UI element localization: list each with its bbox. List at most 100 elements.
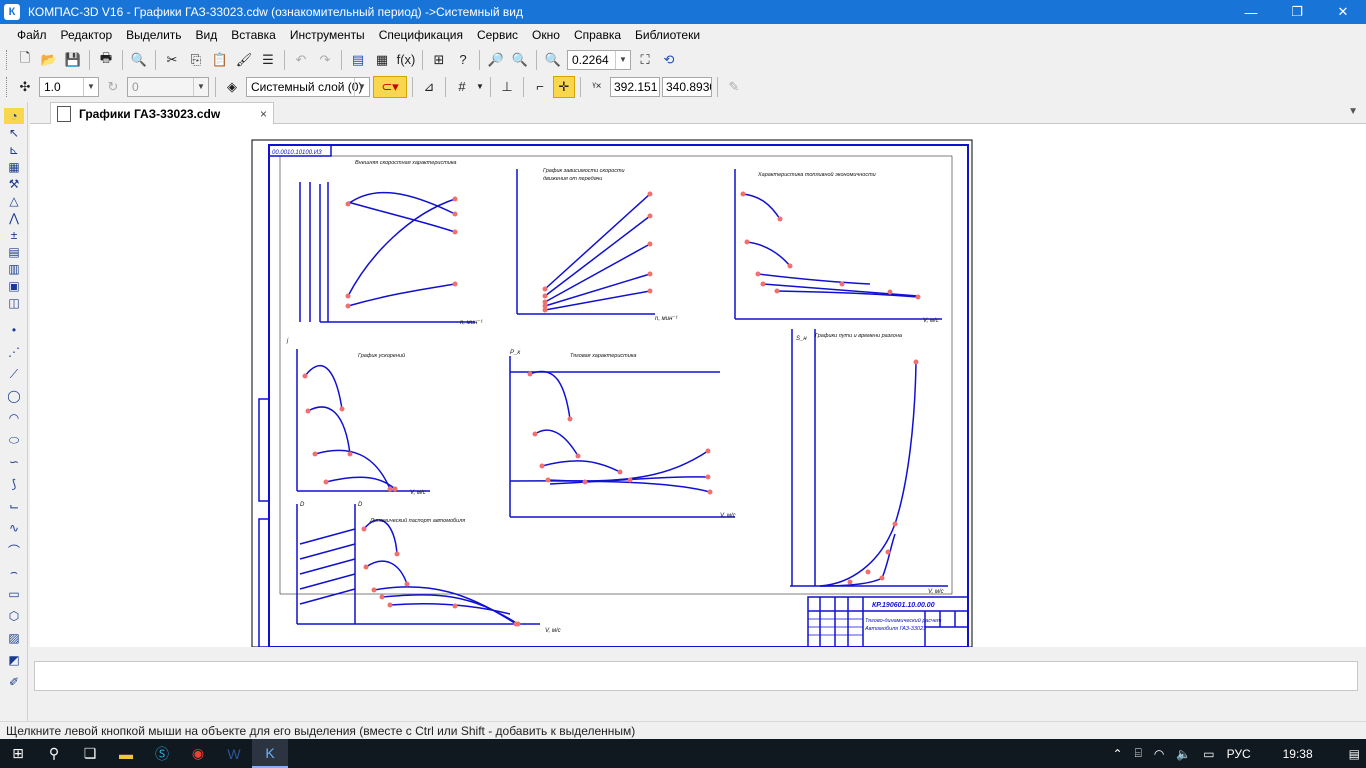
save-icon[interactable]: 💾 xyxy=(62,49,84,71)
step-combo[interactable]: 1.0 ▼ xyxy=(39,76,99,97)
reports-icon[interactable]: ▤ xyxy=(4,244,24,260)
network-icon[interactable]: ⌸ xyxy=(1135,746,1142,761)
minimize-button[interactable]: — xyxy=(1228,0,1274,24)
clock[interactable]: 19:38 xyxy=(1283,747,1313,761)
arc-icon[interactable]: ◠ xyxy=(4,410,24,426)
round-mode-icon[interactable]: ✛ xyxy=(553,75,575,98)
properties-icon[interactable]: ☰ xyxy=(257,49,279,71)
language-indicator[interactable]: РУС xyxy=(1227,747,1251,761)
menu-window[interactable]: Окно xyxy=(525,28,567,42)
start-windows-icon[interactable]: ⊞ xyxy=(0,739,36,768)
angle-combo[interactable]: 0 ▼ xyxy=(127,76,209,97)
task-view-icon[interactable]: ❏ xyxy=(72,739,108,768)
file-explorer-icon[interactable]: ▬ xyxy=(108,739,144,768)
document-tab[interactable]: Графики ГАЗ-33023.cdw × xyxy=(50,102,274,124)
spline-icon[interactable]: ∽ xyxy=(4,454,24,470)
zoom-combo[interactable]: 0.2264 ▼ xyxy=(567,49,631,70)
function-icon[interactable]: f(x) xyxy=(395,49,417,71)
select-icon[interactable]: ⋀ xyxy=(4,210,24,226)
action-center-icon[interactable]: ▤ xyxy=(1349,747,1360,761)
ellipse-icon[interactable]: ⬭ xyxy=(4,432,24,448)
polygon-icon[interactable]: ⬡ xyxy=(4,608,24,624)
toolbar-grip[interactable] xyxy=(6,76,9,97)
copy-icon[interactable]: ⎘ xyxy=(185,49,207,71)
snap-magnet-icon[interactable]: ⊂▾ xyxy=(373,75,407,98)
menu-help[interactable]: Справка xyxy=(567,28,628,42)
show-all-icon[interactable]: ⛶ xyxy=(634,49,656,71)
menu-tools[interactable]: Инструменты xyxy=(283,28,372,42)
ortho-icon[interactable]: ⊿ xyxy=(418,76,440,98)
nurbs-icon[interactable]: ⟆ xyxy=(4,476,24,492)
menu-specification[interactable]: Спецификация xyxy=(372,28,470,42)
menu-file[interactable]: Файл xyxy=(10,28,54,42)
chamfer-icon[interactable]: ⌢ xyxy=(4,564,24,580)
view-icon[interactable]: ▣ xyxy=(4,278,24,294)
contour-icon[interactable]: ◩ xyxy=(4,652,24,668)
bezier-icon[interactable]: ∿ xyxy=(4,520,24,536)
ortho-mode-icon[interactable]: ⌐ xyxy=(529,76,551,98)
menu-view[interactable]: Вид xyxy=(189,28,225,42)
insert-icon[interactable]: ◫ xyxy=(4,295,24,311)
measure-icon[interactable]: △ xyxy=(4,193,24,209)
fillet-icon[interactable]: ⌒ xyxy=(4,542,24,558)
menu-service[interactable]: Сервис xyxy=(470,28,525,42)
kompas-taskbar-icon[interactable]: K xyxy=(252,739,288,768)
layers-icon[interactable]: ◈ xyxy=(221,76,243,98)
disabled-tool-icon[interactable]: ✎ xyxy=(723,76,745,98)
polyline-icon[interactable]: ⌙ xyxy=(4,498,24,514)
hatch-icon[interactable]: ▨ xyxy=(4,630,24,646)
circle-icon[interactable]: ◯ xyxy=(4,388,24,404)
zoom-dynamic-icon[interactable]: 🔍 xyxy=(509,49,531,71)
print-preview-icon[interactable]: 🔍 xyxy=(128,49,150,71)
drawing-canvas[interactable]: 00.0010.10100.ИЗ Внешняя скоростная хара… xyxy=(30,124,1366,647)
grid-icon[interactable]: # xyxy=(451,76,473,98)
redo-icon[interactable]: ↷ xyxy=(314,49,336,71)
equidistant-icon[interactable]: ✐ xyxy=(4,674,24,690)
toolbar-grip[interactable] xyxy=(6,49,9,70)
zoom-window-icon[interactable]: 🔎 xyxy=(485,49,507,71)
notifications-icon[interactable]: ▭ xyxy=(1203,747,1214,761)
coordinates-icon[interactable]: ᵞ× xyxy=(586,76,608,98)
angle-icon[interactable]: ↻ xyxy=(102,76,124,98)
refresh-icon[interactable]: ⟲ xyxy=(658,49,680,71)
local-cs-icon[interactable]: ⊥ xyxy=(496,76,518,98)
maximize-button[interactable]: ❐ xyxy=(1274,0,1320,24)
menu-edit[interactable]: Редактор xyxy=(54,28,120,42)
horizontal-scrollbar[interactable] xyxy=(30,647,1366,657)
help-icon[interactable]: ? xyxy=(452,49,474,71)
tray-chevron-up-icon[interactable]: ⌃ xyxy=(1113,747,1123,761)
format-painter-icon[interactable]: 🖌 xyxy=(233,49,255,71)
coord-y-field[interactable]: 340.8930 xyxy=(662,76,712,97)
segment-icon[interactable]: ⟋ xyxy=(4,366,24,382)
menu-libraries[interactable]: Библиотеки xyxy=(628,28,707,42)
close-button[interactable]: ✕ xyxy=(1320,0,1366,24)
tab-list-chevron-icon[interactable]: ▼ xyxy=(1348,106,1358,117)
menu-select[interactable]: Выделить xyxy=(119,28,188,42)
variables-icon[interactable]: ▦ xyxy=(371,49,393,71)
open-folder-icon[interactable]: 📂 xyxy=(38,49,60,71)
fragment-icon[interactable]: ▥ xyxy=(4,261,24,277)
chrome-icon[interactable]: ◉ xyxy=(180,739,216,768)
rectangle-icon[interactable]: ▭ xyxy=(4,586,24,602)
menu-insert[interactable]: Вставка xyxy=(224,28,283,42)
parametrization-icon[interactable]: ⚒ xyxy=(4,176,24,192)
edit-tools-icon[interactable]: ▦ xyxy=(4,159,24,175)
search-icon[interactable]: ⚲ xyxy=(36,739,72,768)
geometry-tools-icon[interactable]: ◔ xyxy=(4,108,24,124)
zoom-in-icon[interactable]: 🔍 xyxy=(542,49,564,71)
symbols-icon[interactable]: ⊾ xyxy=(4,142,24,158)
calculator-icon[interactable]: ⊞ xyxy=(428,49,450,71)
cut-icon[interactable]: ✂ xyxy=(161,49,183,71)
auxiliary-line-icon[interactable]: ⋰ xyxy=(4,344,24,360)
word-icon[interactable]: W xyxy=(216,739,252,768)
volume-icon[interactable]: 🔈 xyxy=(1176,747,1191,761)
property-panel[interactable] xyxy=(34,661,1358,691)
grid-dropdown-icon[interactable]: ▼ xyxy=(475,76,485,98)
paste-icon[interactable]: 📋 xyxy=(209,49,231,71)
specification-icon[interactable]: ± xyxy=(4,227,24,243)
dimensions-icon[interactable]: ↖ xyxy=(4,125,24,141)
new-document-icon[interactable]: 🗋 xyxy=(14,49,36,71)
point-icon[interactable]: • xyxy=(4,322,24,338)
cursor-step-icon[interactable]: ✣ xyxy=(14,76,36,98)
undo-icon[interactable]: ↶ xyxy=(290,49,312,71)
